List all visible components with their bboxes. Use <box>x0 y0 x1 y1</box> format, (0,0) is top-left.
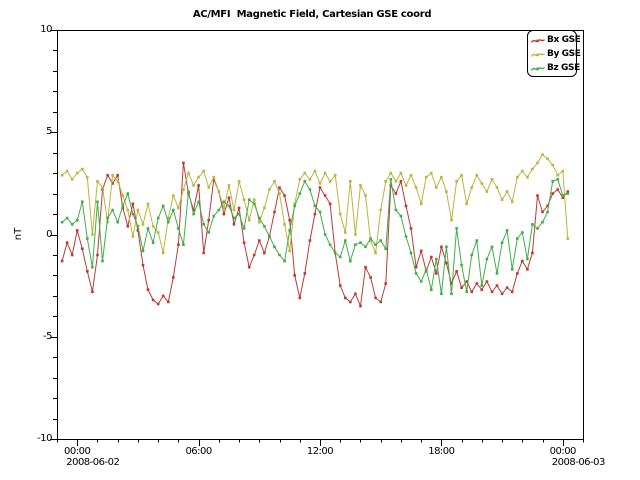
y-tick-label: -5 <box>43 331 52 342</box>
y-tick-labels: 10 5 0 -5 -10 <box>0 0 52 480</box>
series-markers-by-gse <box>61 153 569 254</box>
x-tick-label: 00:00 <box>533 446 593 457</box>
x-tick-label: 06:00 <box>169 446 229 457</box>
by-line-sample-icon <box>531 50 545 59</box>
x-tick-label: 12:00 <box>290 446 350 457</box>
series-markers-bx-gse <box>61 162 569 308</box>
legend-label-bx: Bx GSE <box>547 35 580 45</box>
y-tick-label: 5 <box>46 126 52 137</box>
x-date-label: 2008-06-02 <box>66 457 119 468</box>
legend: Bx GSE By GSE Bz GSE <box>527 30 577 77</box>
x-date-label: 2008-06-03 <box>552 457 605 468</box>
bx-line-sample-icon <box>531 36 545 45</box>
x-tick-label: 18:00 <box>411 446 471 457</box>
legend-row-by: By GSE <box>531 48 574 61</box>
plot-border <box>58 31 584 440</box>
y-tick-label: -10 <box>37 433 52 444</box>
series-line-bz-gse <box>62 179 568 293</box>
x-date-labels: 2008-06-02 2008-06-03 <box>0 457 640 469</box>
legend-row-bz: Bz GSE <box>531 62 574 75</box>
legend-label-bz: Bz GSE <box>547 63 580 73</box>
legend-row-bx: Bx GSE <box>531 34 574 47</box>
legend-label-by: By GSE <box>547 49 580 59</box>
magnetic-field-chart: AC/MFI Magnetic Field, Cartesian GSE coo… <box>0 0 640 480</box>
x-tick-label: 00:00 <box>47 446 107 457</box>
y-tick-label: 10 <box>40 24 52 35</box>
bz-line-sample-icon <box>531 64 545 73</box>
series-line-by-gse <box>62 155 568 253</box>
y-tick-label: 0 <box>46 229 52 240</box>
series-line-bx-gse <box>62 163 568 306</box>
series-markers-bz-gse <box>61 178 569 295</box>
